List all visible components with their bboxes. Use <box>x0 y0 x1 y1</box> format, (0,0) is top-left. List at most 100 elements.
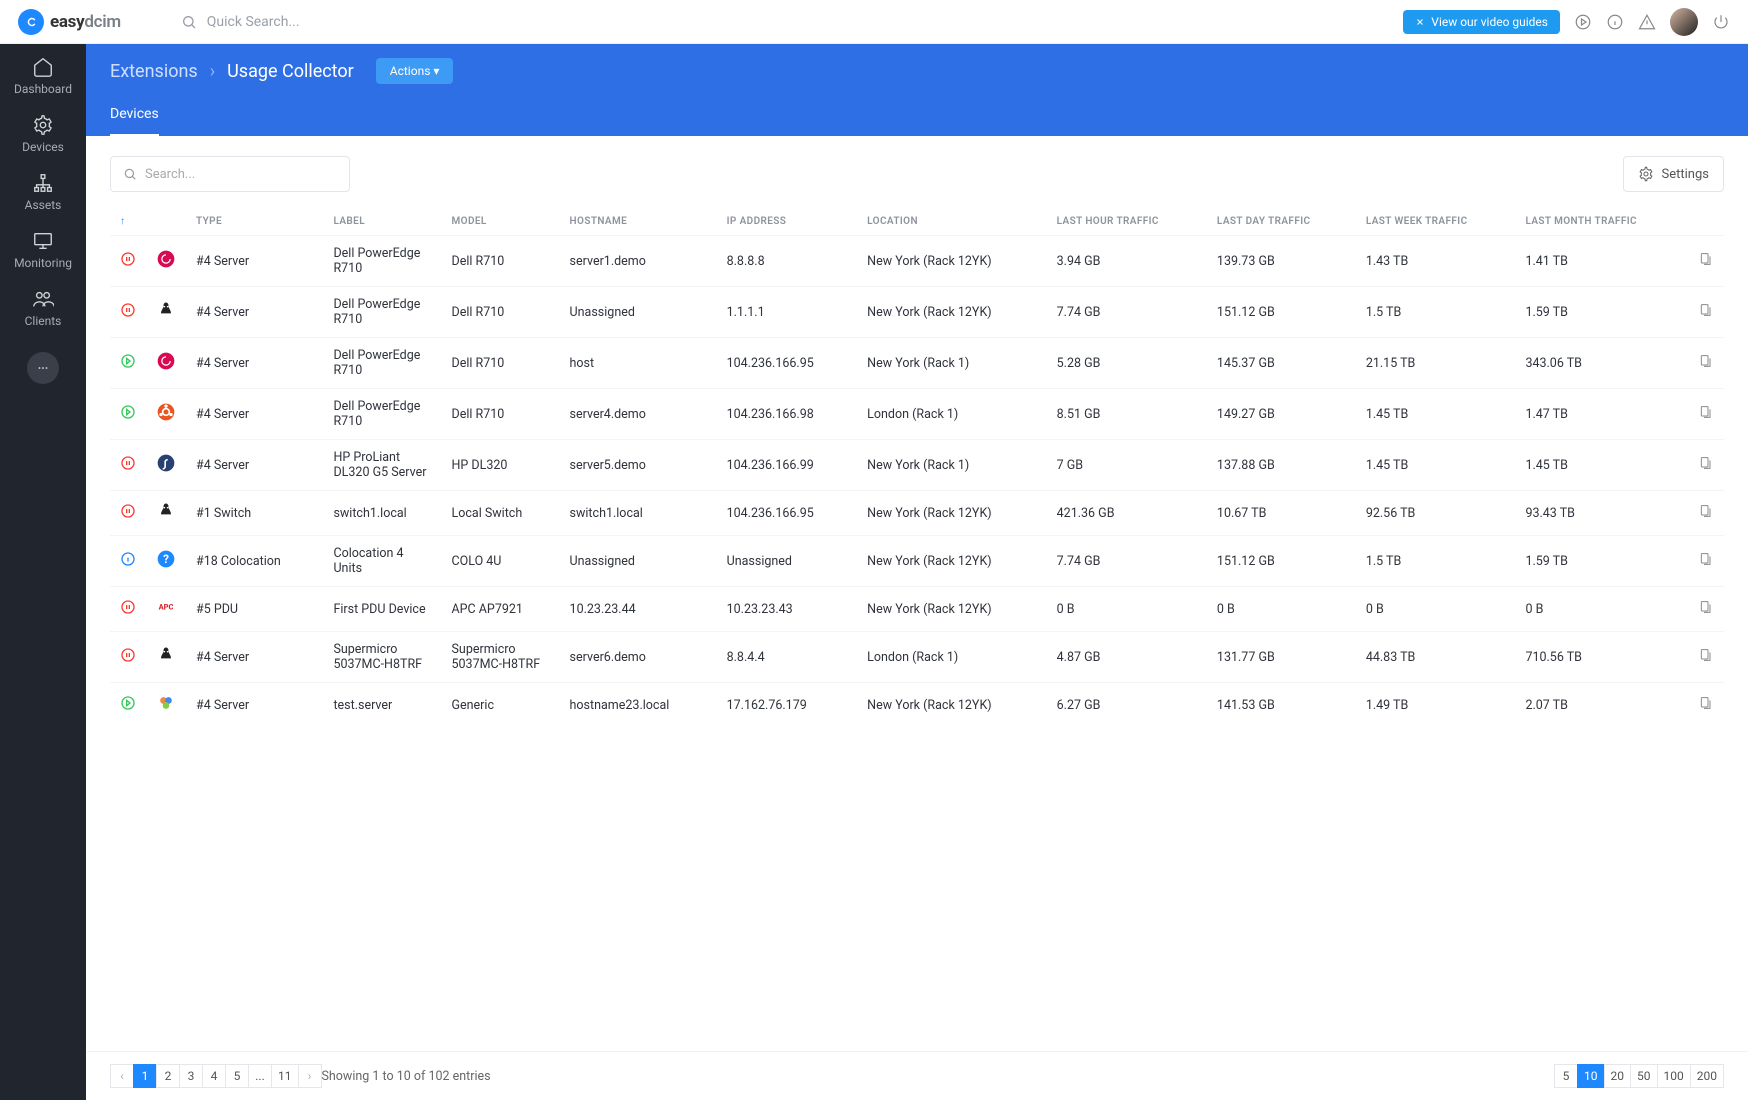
column-header[interactable]: LAST MONTH TRAFFIC <box>1515 208 1688 236</box>
page-size-button[interactable]: 10 <box>1577 1064 1605 1088</box>
nodes-icon <box>32 172 54 194</box>
row-action-icon[interactable] <box>1698 404 1714 420</box>
column-header[interactable] <box>1688 208 1724 236</box>
page-size-button[interactable]: 50 <box>1630 1064 1658 1088</box>
quick-search-input[interactable] <box>207 14 427 30</box>
page-size-button[interactable]: 5 <box>1554 1064 1578 1088</box>
table-row[interactable]: #4 ServerDell PowerEdge R710Dell R710ser… <box>110 389 1724 440</box>
row-action-icon[interactable] <box>1698 455 1714 471</box>
column-header[interactable]: LAST HOUR TRAFFIC <box>1047 208 1207 236</box>
cell-week: 1.43 TB <box>1356 236 1516 287</box>
cell-location: New York (Rack 12YK) <box>857 287 1046 338</box>
page-size-button[interactable]: 20 <box>1604 1064 1632 1088</box>
sidebar-item-devices[interactable]: Devices <box>22 114 64 154</box>
page-button[interactable]: › <box>298 1064 322 1088</box>
users-icon <box>32 288 54 310</box>
table-row[interactable]: ?#18 ColocationColocation 4 UnitsCOLO 4U… <box>110 536 1724 587</box>
row-action-icon[interactable] <box>1698 599 1714 615</box>
page-button[interactable]: 4 <box>202 1064 226 1088</box>
column-header[interactable]: TYPE <box>186 208 323 236</box>
cell-day: 137.88 GB <box>1207 440 1356 491</box>
quick-search[interactable] <box>181 14 427 30</box>
table-row[interactable]: APC#5 PDUFirst PDU DeviceAPC AP792110.23… <box>110 587 1724 632</box>
cell-week: 1.5 TB <box>1356 287 1516 338</box>
cell-type: #18 Colocation <box>186 536 323 587</box>
brand-logo[interactable]: easydcim <box>18 9 121 35</box>
video-guides-label: View our video guides <box>1431 15 1548 29</box>
column-header[interactable]: LAST DAY TRAFFIC <box>1207 208 1356 236</box>
row-action-icon[interactable] <box>1698 695 1714 711</box>
table-row[interactable]: #4 ServerSupermicro 5037MC-H8TRFSupermic… <box>110 632 1724 683</box>
table-row[interactable]: #4 Servertest.serverGenerichostname23.lo… <box>110 683 1724 728</box>
sort-arrow-icon[interactable]: ↑ <box>110 208 146 236</box>
table-row[interactable]: #4 ServerDell PowerEdge R710Dell R710hos… <box>110 338 1724 389</box>
column-header[interactable]: LABEL <box>323 208 441 236</box>
cell-day: 10.67 TB <box>1207 491 1356 536</box>
page-button[interactable]: 3 <box>179 1064 203 1088</box>
gear-icon <box>1638 166 1654 182</box>
row-action-icon[interactable] <box>1698 251 1714 267</box>
breadcrumb-root[interactable]: Extensions <box>110 61 198 82</box>
sidebar-item-monitoring[interactable]: Monitoring <box>14 230 72 270</box>
user-avatar[interactable] <box>1670 8 1698 36</box>
cell-month: 343.06 TB <box>1515 338 1688 389</box>
actions-button[interactable]: Actions ▾ <box>376 58 454 84</box>
page-button[interactable]: 1 <box>133 1064 157 1088</box>
column-header[interactable]: IP ADDRESS <box>717 208 858 236</box>
info-icon[interactable] <box>1606 13 1624 31</box>
breadcrumb: Extensions › Usage Collector Actions ▾ <box>110 58 1724 84</box>
column-header[interactable]: LOCATION <box>857 208 1046 236</box>
os-icon: APC <box>156 597 176 617</box>
sidebar-item-dashboard[interactable]: Dashboard <box>14 56 72 96</box>
cell-ip: 1.1.1.1 <box>717 287 858 338</box>
sidebar-item-assets[interactable]: Assets <box>25 172 62 212</box>
power-icon[interactable] <box>1712 13 1730 31</box>
row-action-icon[interactable] <box>1698 302 1714 318</box>
cell-label: Supermicro 5037MC-H8TRF <box>323 632 441 683</box>
cell-week: 21.15 TB <box>1356 338 1516 389</box>
row-action-icon[interactable] <box>1698 353 1714 369</box>
table-settings-button[interactable]: Settings <box>1623 156 1724 192</box>
column-header[interactable] <box>146 208 186 236</box>
sidebar-item-label: Clients <box>25 314 62 328</box>
page-button[interactable]: 5 <box>225 1064 249 1088</box>
page-size-button[interactable]: 200 <box>1690 1064 1724 1088</box>
page-button[interactable]: ‹ <box>110 1064 134 1088</box>
cell-hostname: host <box>560 338 717 389</box>
sidebar-item-label: Devices <box>22 140 64 154</box>
cell-hour: 0 B <box>1047 587 1207 632</box>
video-guides-button[interactable]: View our video guides <box>1403 10 1560 34</box>
play-icon[interactable] <box>1574 13 1592 31</box>
row-action-icon[interactable] <box>1698 503 1714 519</box>
table-row[interactable]: #4 ServerDell PowerEdge R710Dell R710Una… <box>110 287 1724 338</box>
cell-location: New York (Rack 12YK) <box>857 683 1046 728</box>
cell-ip: 104.236.166.95 <box>717 338 858 389</box>
column-header[interactable]: LAST WEEK TRAFFIC <box>1356 208 1516 236</box>
cell-model: Local Switch <box>442 491 560 536</box>
cell-model: Supermicro 5037MC-H8TRF <box>442 632 560 683</box>
page-button[interactable]: 2 <box>156 1064 180 1088</box>
subtabs: Devices <box>110 106 1724 136</box>
cell-hour: 3.94 GB <box>1047 236 1207 287</box>
alert-icon[interactable] <box>1638 13 1656 31</box>
page-size-button[interactable]: 100 <box>1657 1064 1691 1088</box>
page-button[interactable]: ... <box>248 1064 272 1088</box>
table-row[interactable]: #4 ServerDell PowerEdge R710Dell R710ser… <box>110 236 1724 287</box>
row-action-icon[interactable] <box>1698 551 1714 567</box>
cell-type: #1 Switch <box>186 491 323 536</box>
column-header[interactable]: HOSTNAME <box>560 208 717 236</box>
table-search[interactable] <box>110 156 350 192</box>
status-icon <box>120 551 136 567</box>
cell-hostname: server1.demo <box>560 236 717 287</box>
page-button[interactable]: 11 <box>271 1064 299 1088</box>
sidebar-more-button[interactable] <box>27 352 59 384</box>
tab-devices[interactable]: Devices <box>110 106 159 136</box>
table-row[interactable]: #4 ServerHP ProLiant DL320 G5 ServerHP D… <box>110 440 1724 491</box>
column-header[interactable]: MODEL <box>442 208 560 236</box>
devices-table: ↑ TYPELABELMODELHOSTNAMEIP ADDRESSLOCATIO… <box>110 208 1724 727</box>
sidebar-item-clients[interactable]: Clients <box>25 288 62 328</box>
row-action-icon[interactable] <box>1698 647 1714 663</box>
cell-ip: 104.236.166.99 <box>717 440 858 491</box>
table-search-input[interactable] <box>145 167 337 182</box>
table-row[interactable]: #1 Switchswitch1.localLocal Switchswitch… <box>110 491 1724 536</box>
